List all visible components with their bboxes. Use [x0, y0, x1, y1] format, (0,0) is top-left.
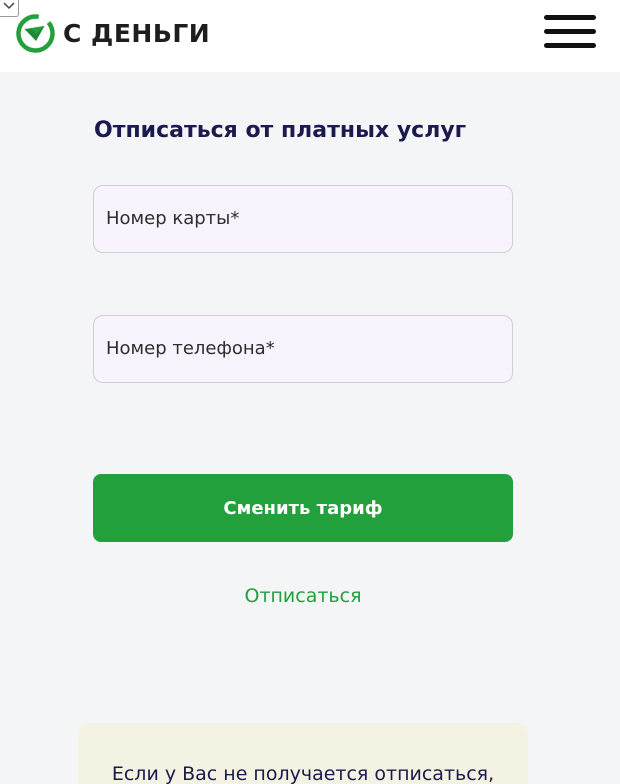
info-text: Если у Вас не получается отписаться, — [111, 763, 495, 784]
chevron-down-icon — [3, 2, 15, 10]
card-number-label: Номер карты* — [106, 208, 240, 229]
hamburger-menu-icon[interactable] — [544, 15, 596, 49]
brand-name: С ДЕНЬГИ — [63, 18, 211, 48]
menu-bar — [544, 43, 596, 48]
card-number-field[interactable]: Номер карты* — [93, 185, 513, 253]
phone-number-field[interactable]: Номер телефона* — [93, 315, 513, 383]
phone-number-label: Номер телефона* — [106, 338, 275, 359]
info-box: Если у Вас не получается отписаться, — [78, 723, 528, 784]
collapse-toggle[interactable] — [0, 0, 19, 17]
menu-bar — [544, 29, 596, 34]
change-tariff-button[interactable]: Сменить тариф — [93, 474, 513, 542]
brand-logo-link[interactable]: С ДЕНЬГИ — [15, 12, 210, 54]
checkmark-circle-logo-icon — [16, 13, 55, 53]
page-title: Отписаться от платных услуг — [94, 118, 467, 143]
site-header: С ДЕНЬГИ — [0, 0, 620, 72]
menu-bar — [544, 15, 596, 20]
unsubscribe-link[interactable]: Отписаться — [93, 585, 513, 607]
